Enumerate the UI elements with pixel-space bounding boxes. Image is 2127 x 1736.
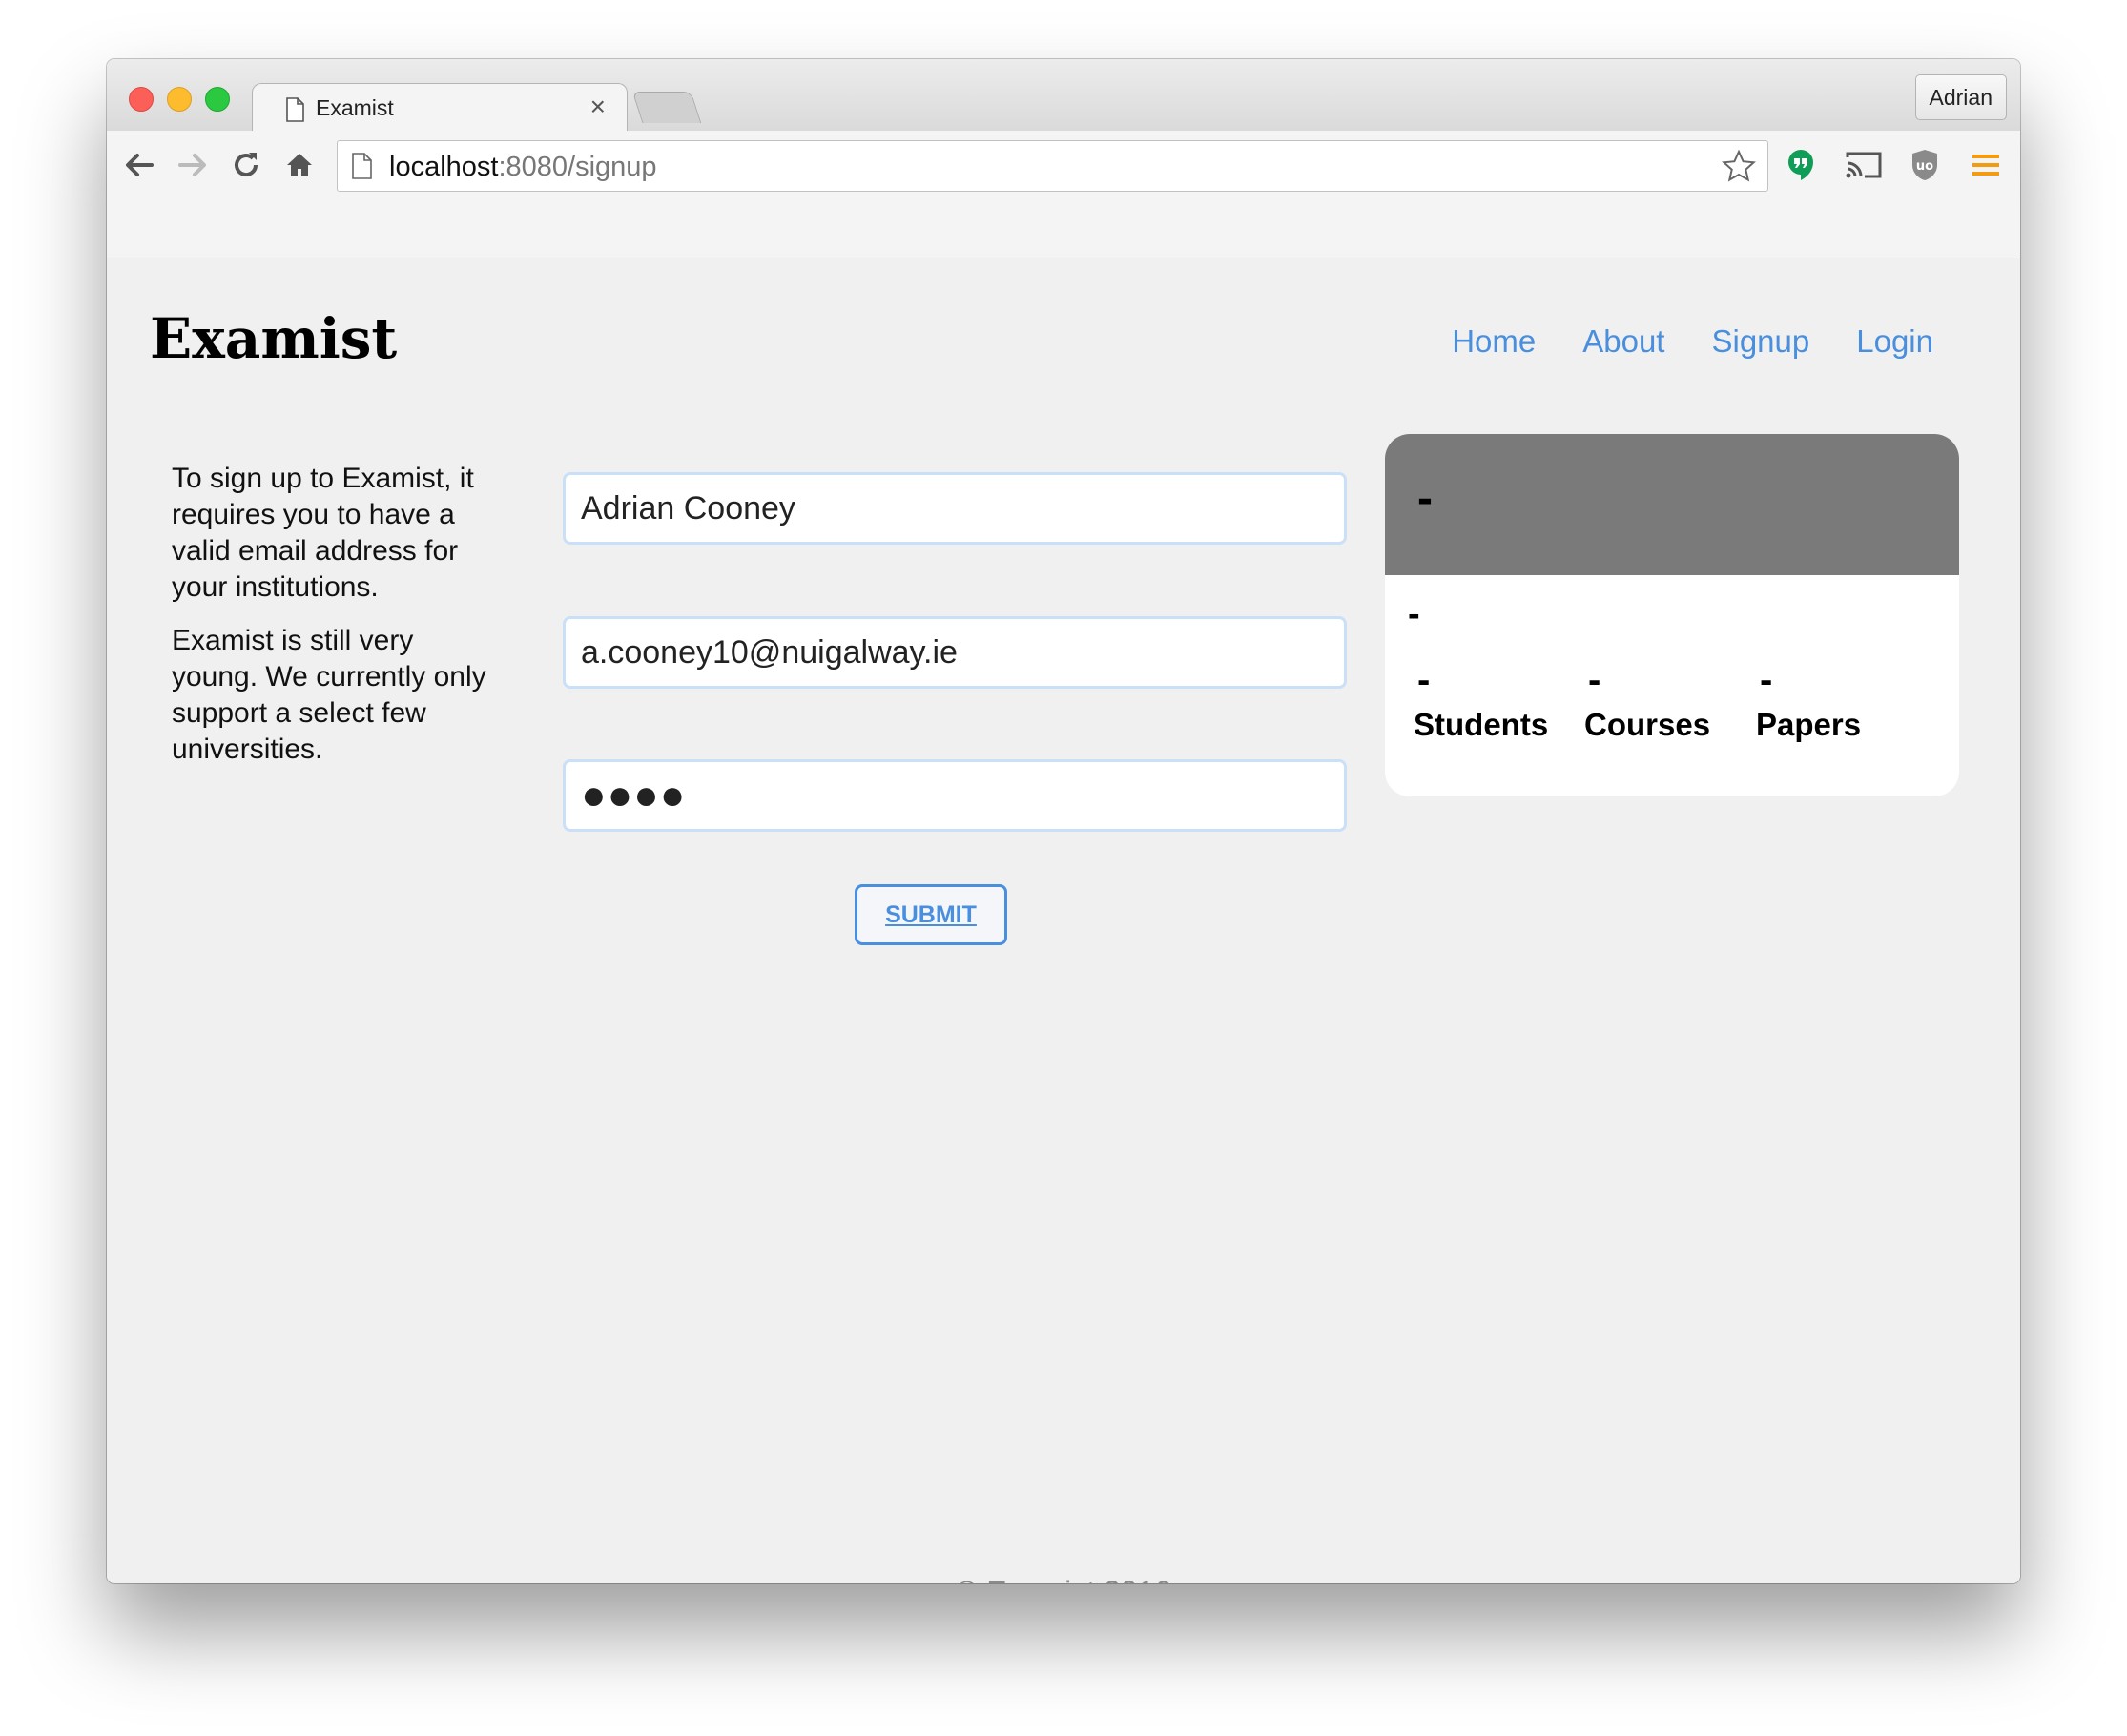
- menu-icon[interactable]: [1969, 148, 2003, 182]
- page-icon: [285, 97, 304, 127]
- cast-icon[interactable]: [1843, 148, 1885, 182]
- submit-button[interactable]: SUBMIT: [855, 884, 1007, 945]
- page-icon: [351, 153, 372, 184]
- close-window-button[interactable]: [129, 87, 154, 112]
- home-icon[interactable]: [282, 148, 317, 182]
- browser-tab[interactable]: Examist ×: [252, 83, 628, 134]
- stat-value: -: [1760, 659, 1773, 701]
- title-bar: Examist × Adrian: [107, 59, 2020, 134]
- signup-intro: To sign up to Examist, it requires you t…: [172, 461, 496, 785]
- zoom-window-button[interactable]: [205, 87, 230, 112]
- bookmark-star-icon[interactable]: [1722, 149, 1756, 187]
- minimize-window-button[interactable]: [167, 87, 192, 112]
- svg-text:uo: uo: [1916, 159, 1933, 174]
- stat-label: Papers: [1756, 707, 1862, 742]
- new-tab-button[interactable]: [631, 92, 702, 123]
- ublock-icon[interactable]: uo: [1908, 148, 1942, 182]
- nav-about[interactable]: About: [1582, 323, 1664, 360]
- institution-card: - - - Students - Courses - Papers: [1385, 434, 1959, 796]
- browser-toolbar: localhost:8080/signup uo: [107, 131, 2020, 258]
- forward-icon[interactable]: [176, 148, 210, 182]
- url-text: localhost:8080/signup: [389, 152, 657, 182]
- card-header: -: [1385, 434, 1959, 575]
- stat-value: -: [1417, 659, 1431, 701]
- stat-papers: - Papers: [1756, 661, 1861, 743]
- web-page: Examist Home About Signup Login To sign …: [107, 258, 2020, 1583]
- tab-close-icon[interactable]: ×: [590, 92, 606, 122]
- intro-paragraph: Examist is still very young. We currentl…: [172, 625, 486, 765]
- email-field[interactable]: a.cooney10@nuigalway.ie: [563, 616, 1347, 689]
- profile-button[interactable]: Adrian: [1914, 74, 2007, 120]
- nav-signup[interactable]: Signup: [1711, 323, 1809, 360]
- main-nav: Home About Signup Login: [1452, 323, 1933, 360]
- institution-subtitle: -: [1408, 594, 1420, 634]
- tab-title: Examist: [316, 95, 394, 120]
- nav-home[interactable]: Home: [1452, 323, 1536, 360]
- address-bar[interactable]: localhost:8080/signup: [337, 140, 1768, 192]
- intro-paragraph: To sign up to Examist, it requires you t…: [172, 463, 474, 603]
- reload-icon[interactable]: [229, 148, 263, 182]
- hangouts-icon[interactable]: [1784, 148, 1818, 182]
- stat-value: -: [1588, 659, 1601, 701]
- stat-label: Courses: [1584, 707, 1711, 742]
- browser-window: Examist × Adrian localhost:8080/signup u…: [107, 59, 2020, 1583]
- institution-name: -: [1417, 473, 1433, 524]
- site-logo[interactable]: Examist: [150, 306, 397, 371]
- stat-students: - Students: [1414, 661, 1548, 743]
- name-field[interactable]: Adrian Cooney: [563, 472, 1347, 545]
- footer-copyright: © Examist 2016: [107, 1575, 2020, 1583]
- password-field[interactable]: ●●●●: [563, 759, 1347, 832]
- back-icon[interactable]: [122, 148, 156, 182]
- nav-login[interactable]: Login: [1856, 323, 1933, 360]
- stat-label: Students: [1414, 707, 1549, 742]
- stat-courses: - Courses: [1584, 661, 1710, 743]
